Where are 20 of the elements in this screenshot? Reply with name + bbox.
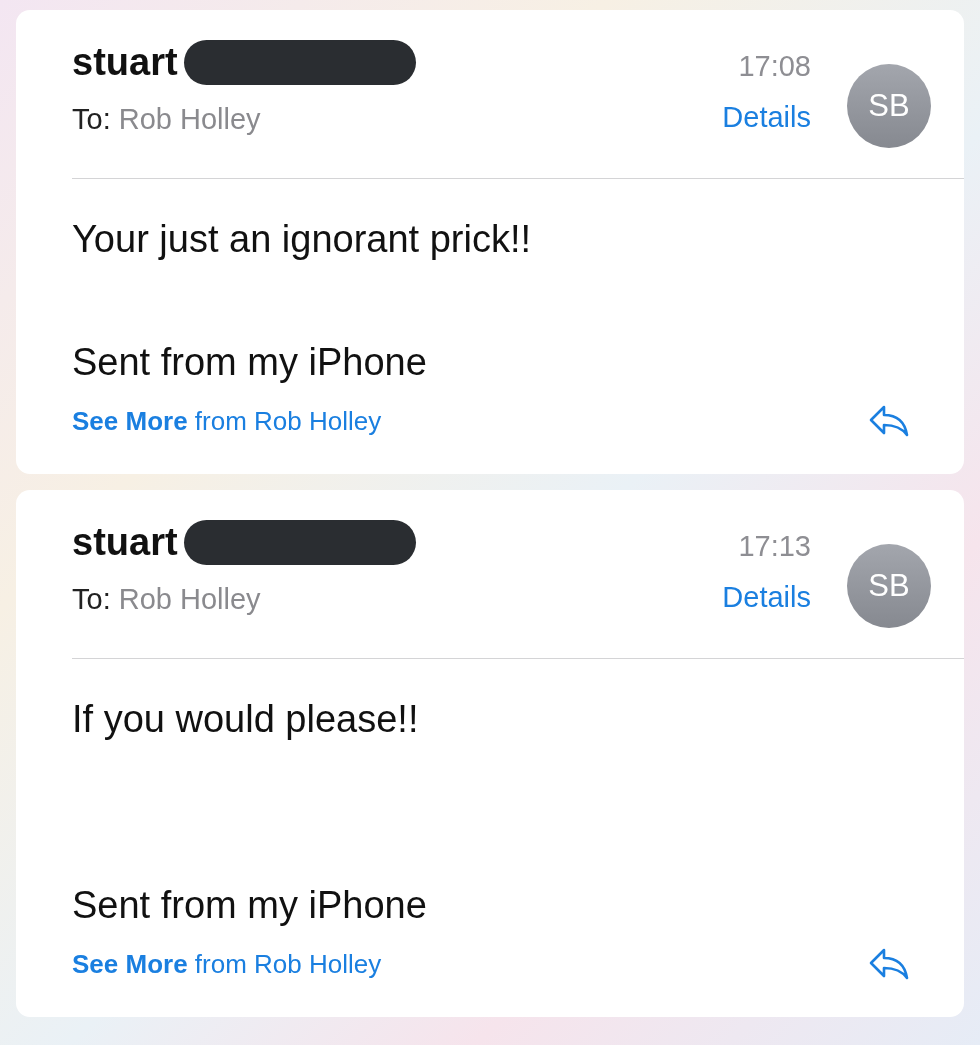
see-more-link[interactable]: See More from Rob Holley [72, 405, 382, 437]
timestamp: 17:08 [738, 49, 811, 84]
avatar: SB [847, 64, 931, 148]
signature-text: Sent from my iPhone [72, 340, 428, 384]
to-label: To: [72, 102, 111, 136]
sender-name: stuart [72, 40, 178, 84]
avatar: SB [847, 544, 931, 628]
message-text: If you would please!! [72, 697, 420, 741]
timestamp: 17:13 [738, 529, 811, 564]
reply-icon[interactable] [868, 947, 910, 981]
see-more-link[interactable]: See More from Rob Holley [72, 948, 382, 980]
reply-icon[interactable] [868, 404, 910, 438]
sender-name: stuart [72, 520, 178, 564]
recipient-name: Rob Holley [118, 582, 261, 616]
signature-text: Sent from my iPhone [72, 883, 428, 927]
details-link[interactable]: Details [722, 98, 811, 136]
message-text: Your just an ignorant prick!! [72, 217, 533, 261]
recipient-name: Rob Holley [118, 102, 261, 136]
to-label: To: [72, 582, 111, 616]
details-link[interactable]: Details [722, 578, 811, 616]
